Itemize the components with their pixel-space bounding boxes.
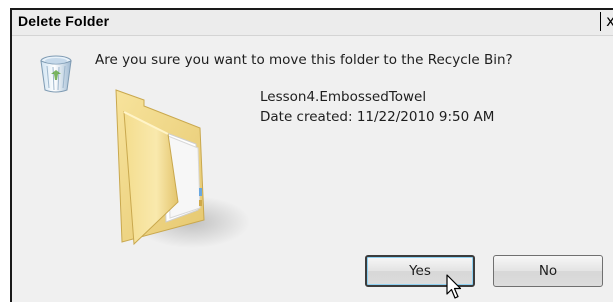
title-bar: Delete Folder x <box>12 10 613 36</box>
item-name: Lesson4.EmbossedTowel <box>260 89 427 105</box>
delete-folder-dialog: Delete Folder x Are you sure you want to… <box>10 8 613 302</box>
confirmation-message: Are you sure you want to move this folde… <box>95 52 513 68</box>
close-button[interactable]: x <box>600 12 613 31</box>
mouse-pointer-icon <box>446 274 462 304</box>
no-button[interactable]: No <box>493 255 603 287</box>
item-details: Lesson4.EmbossedTowel Date created: 11/2… <box>260 87 494 127</box>
recycle-bin-icon <box>38 54 74 98</box>
dialog-title: Delete Folder <box>18 13 110 29</box>
item-date-created: Date created: 11/22/2010 9:50 AM <box>260 109 495 125</box>
folder-icon <box>104 82 254 256</box>
